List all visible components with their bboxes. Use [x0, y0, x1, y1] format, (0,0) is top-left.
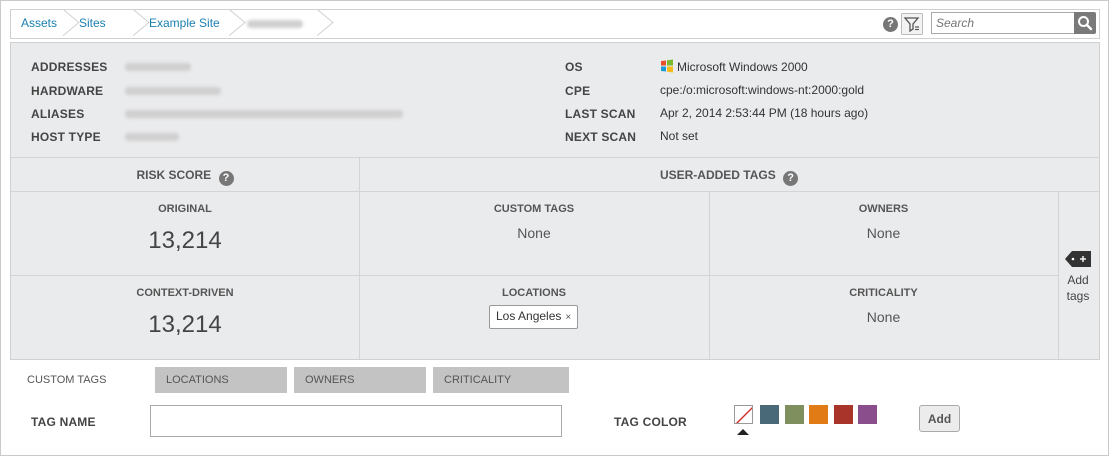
help-icon[interactable]: ?	[783, 171, 799, 186]
redacted-addresses	[125, 63, 191, 71]
breadcrumb: Assets Sites Example Site	[11, 10, 321, 38]
divider	[359, 157, 360, 359]
redacted-host-type	[125, 133, 179, 141]
risk-score-title: RISK SCORE	[136, 168, 212, 182]
user-added-tags-header: USER-ADDED TAGS ?	[359, 168, 1099, 186]
risk-score-header: RISK SCORE ?	[11, 168, 359, 186]
original-score: 13,214	[148, 227, 222, 254]
cpe-value: cpe:/o:microsoft:windows-nt:2000:gold	[660, 83, 865, 97]
redacted-aliases	[125, 110, 403, 118]
cpe-label: CPE	[565, 84, 591, 98]
redacted-hardware	[125, 87, 221, 95]
locations-label: LOCATIONS	[502, 287, 566, 299]
help-icon[interactable]: ?	[883, 17, 898, 32]
criticality-value: None	[866, 309, 901, 325]
last-scan-value: Apr 2, 2014 2:53:44 PM (18 hours ago)	[660, 106, 869, 120]
context-driven-label: CONTEXT-DRIVEN	[136, 287, 234, 299]
aliases-label: ALIASES	[31, 107, 85, 121]
addresses-label: ADDRESSES	[31, 60, 108, 74]
tab-criticality[interactable]: CRITICALITY	[433, 367, 569, 393]
breadcrumb-current-asset	[233, 10, 321, 38]
os-value: Microsoft Windows 2000	[660, 59, 808, 74]
color-swatch-none[interactable]	[734, 405, 753, 424]
next-scan-value: Not set	[660, 129, 699, 143]
breadcrumb-example-site[interactable]: Example Site	[137, 10, 233, 38]
os-label: OS	[565, 60, 583, 74]
breadcrumb-assets[interactable]: Assets	[11, 10, 67, 38]
breadcrumb-bar: Assets Sites Example Site ?	[10, 9, 1100, 39]
custom-tags-label: CUSTOM TAGS	[493, 203, 575, 215]
color-swatch[interactable]	[833, 405, 853, 424]
tag-name-input[interactable]	[150, 405, 562, 437]
divider	[709, 191, 710, 359]
search-icon	[1078, 16, 1093, 31]
selected-color-indicator	[737, 429, 749, 435]
divider	[11, 191, 1099, 192]
divider	[11, 275, 1058, 276]
remove-tag-icon[interactable]: ×	[565, 312, 571, 323]
tab-locations[interactable]: LOCATIONS	[155, 367, 287, 393]
location-tag-text: Los Angeles	[496, 309, 562, 323]
tag-plus-icon[interactable]	[1064, 250, 1092, 268]
location-tag: Los Angeles ×	[489, 305, 579, 329]
help-icon[interactable]: ?	[218, 171, 234, 186]
asset-summary-panel: ADDRESSES HARDWARE ALIASES HOST TYPE OS …	[10, 42, 1100, 360]
no-color-icon	[735, 406, 752, 423]
color-swatch[interactable]	[858, 405, 877, 424]
add-tags-link[interactable]: Add tags	[1061, 272, 1095, 304]
tab-custom-tags[interactable]: CUSTOM TAGS	[11, 367, 148, 393]
windows-logo-icon	[661, 59, 673, 73]
host-type-label: HOST TYPE	[31, 130, 101, 144]
divider	[11, 157, 1099, 158]
color-swatch[interactable]	[784, 405, 804, 424]
filter-icon	[903, 17, 920, 33]
search-button[interactable]	[1074, 12, 1096, 34]
owners-value: None	[866, 225, 901, 241]
tag-color-label: TAG COLOR	[614, 415, 687, 429]
context-driven-score: 13,214	[148, 311, 222, 338]
tag-type-tabs: CUSTOM TAGS LOCATIONS OWNERS CRITICALITY	[11, 367, 569, 393]
color-swatch[interactable]	[760, 405, 779, 424]
tab-owners[interactable]: OWNERS	[294, 367, 426, 393]
redacted-asset-name	[247, 19, 303, 28]
color-swatch[interactable]	[809, 405, 828, 424]
tag-name-label: TAG NAME	[31, 415, 96, 429]
add-tag-button[interactable]: Add	[919, 405, 960, 432]
owners-label: OWNERS	[858, 203, 909, 215]
search-input[interactable]	[931, 12, 1079, 34]
custom-tags-value: None	[517, 225, 551, 241]
breadcrumb-sites[interactable]: Sites	[67, 10, 137, 38]
hardware-label: HARDWARE	[31, 84, 104, 98]
os-name: Microsoft Windows 2000	[677, 60, 808, 74]
user-added-tags-title: USER-ADDED TAGS	[659, 168, 776, 182]
filter-button[interactable]	[901, 13, 923, 35]
original-label: ORIGINAL	[158, 203, 212, 215]
next-scan-label: NEXT SCAN	[565, 130, 637, 144]
criticality-label: CRITICALITY	[849, 287, 918, 299]
asset-detail-frame: Assets Sites Example Site ? ADDRESSES	[0, 0, 1109, 456]
last-scan-label: LAST SCAN	[565, 107, 636, 121]
divider	[1058, 191, 1059, 359]
